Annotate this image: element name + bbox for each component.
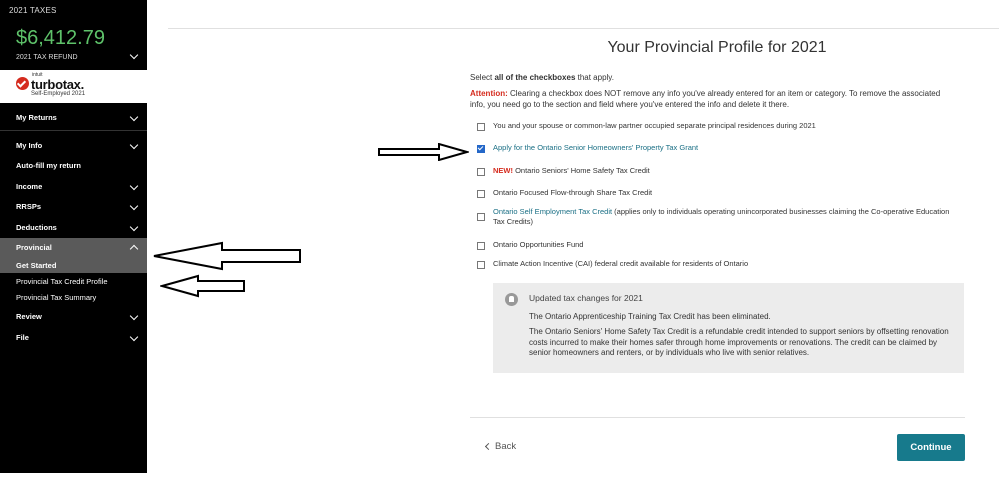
checkbox-flow-through-share[interactable] — [477, 190, 485, 198]
new-badge: NEW! — [493, 166, 513, 175]
chevron-down-icon — [129, 112, 139, 122]
nav-file[interactable]: File — [0, 328, 147, 348]
refund-amount: $6,412.79 — [16, 27, 105, 49]
nav-rrsps[interactable]: RRSPs — [0, 197, 147, 217]
bell-icon — [505, 293, 518, 306]
nav-deductions[interactable]: Deductions — [0, 218, 147, 238]
tax-year-label: 2021 TAXES — [9, 6, 57, 15]
nav-label: File — [16, 333, 29, 342]
sidebar-item-get-started[interactable]: Get Started — [16, 261, 56, 270]
option-self-employment-credit: Ontario Self Employment Tax Credit (appl… — [493, 207, 953, 227]
back-button[interactable]: Back — [495, 441, 516, 452]
info-paragraph-2: The Ontario Seniors' Home Safety Tax Cre… — [529, 327, 949, 357]
senior-homeowners-grant-link[interactable]: Apply for the Ontario Senior Homeowners'… — [493, 143, 698, 152]
chevron-down-icon — [129, 311, 139, 321]
sidebar-item-credit-profile[interactable]: Provincial Tax Credit Profile — [16, 277, 108, 286]
nav-label: My Returns — [16, 113, 57, 122]
chevron-up-icon — [129, 244, 139, 254]
divider — [0, 130, 147, 131]
nav-label: Auto-fill my return — [16, 161, 81, 170]
self-employment-credit-link[interactable]: Ontario Self Employment Tax Credit — [493, 207, 612, 216]
refund-label: 2021 TAX REFUND — [16, 54, 78, 61]
option-senior-homeowners-grant: Apply for the Ontario Senior Homeowners'… — [493, 143, 953, 153]
checkbox-opportunities-fund[interactable] — [477, 242, 485, 250]
checkbox-separate-residences[interactable] — [477, 123, 485, 131]
logo-edition-text: Self-Employed 2021 — [31, 91, 86, 97]
nav-income[interactable]: Income — [0, 177, 147, 197]
attention-label: Attention: — [470, 89, 508, 98]
chevron-down-icon — [129, 222, 139, 232]
intro-post: that apply. — [575, 73, 614, 82]
chevron-down-icon — [129, 332, 139, 342]
checkbox-home-safety-credit[interactable] — [477, 168, 485, 176]
attention-text: Clearing a checkbox does NOT remove any … — [470, 89, 941, 109]
attention-note: Attention: Clearing a checkbox does NOT … — [470, 89, 950, 110]
chevron-down-icon — [129, 181, 139, 191]
nav-label: RRSPs — [16, 202, 42, 211]
checkbox-self-employment-credit[interactable] — [477, 213, 485, 221]
option-home-safety-credit: NEW! Ontario Seniors' Home Safety Tax Cr… — [493, 166, 953, 176]
nav-label: Review — [16, 312, 42, 321]
nav-my-returns[interactable]: My Returns — [0, 108, 147, 128]
arrow-left-annotation-provincial — [153, 241, 301, 271]
chevron-left-icon — [484, 442, 493, 451]
info-box: Updated tax changes for 2021 The Ontario… — [493, 283, 964, 373]
arrow-left-annotation-credit-profile — [160, 274, 245, 298]
info-paragraph-1: The Ontario Apprenticeship Training Tax … — [529, 312, 771, 321]
page-title: Your Provincial Profile for 2021 — [607, 39, 827, 56]
option-climate-action-incentive: Climate Action Incentive (CAI) federal c… — [493, 259, 749, 268]
info-title: Updated tax changes for 2021 — [529, 293, 643, 303]
nav-label: Deductions — [16, 223, 57, 232]
logo-brand-text: turbotax. — [31, 77, 84, 92]
nav-provincial[interactable]: Provincial — [0, 238, 147, 258]
option-opportunities-fund: Ontario Opportunities Fund — [493, 240, 584, 249]
chevron-down-icon — [129, 140, 139, 150]
intro-bold: all of the checkboxes — [494, 73, 576, 82]
intro-pre: Select — [470, 73, 495, 82]
nav-label: My Info — [16, 141, 43, 150]
nav-review[interactable]: Review — [0, 307, 147, 327]
sidebar-item-tax-summary[interactable]: Provincial Tax Summary — [16, 293, 96, 302]
nav-label: Income — [16, 182, 43, 191]
option-separate-residences: You and your spouse or common-law partne… — [493, 121, 816, 130]
nav-label: Provincial — [16, 243, 52, 252]
intro-text: Select all of the checkboxes that apply. — [470, 73, 614, 82]
refund-chevron-down-icon[interactable] — [129, 50, 139, 60]
continue-button[interactable]: Continue — [897, 434, 965, 461]
arrow-right-annotation — [378, 143, 469, 161]
checkbox-climate-action-incentive[interactable] — [477, 261, 485, 269]
sidebar: 2021 TAXES $6,412.79 2021 TAX REFUND int… — [0, 0, 147, 473]
nav-auto-fill[interactable]: Auto-fill my return — [0, 156, 147, 176]
checkbox-senior-homeowners-grant[interactable] — [477, 145, 485, 153]
nav-my-info[interactable]: My Info — [0, 136, 147, 156]
footer-divider — [470, 417, 965, 418]
header-divider — [168, 28, 999, 29]
chevron-down-icon — [129, 201, 139, 211]
option-flow-through-share: Ontario Focused Flow-through Share Tax C… — [493, 188, 653, 197]
home-safety-label: Ontario Seniors' Home Safety Tax Credit — [513, 166, 650, 175]
